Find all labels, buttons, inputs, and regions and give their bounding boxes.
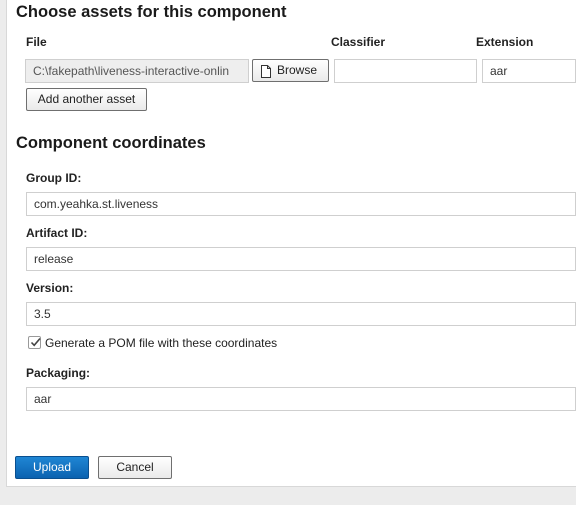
extension-input[interactable]: aar [482, 59, 576, 83]
version-input[interactable]: 3.5 [26, 302, 576, 326]
coordinates-heading: Component coordinates [16, 134, 206, 152]
upload-button[interactable]: Upload [15, 456, 89, 479]
packaging-input[interactable]: aar [26, 387, 576, 411]
artifact-id-input[interactable]: release [26, 247, 576, 271]
version-label: Version: [26, 281, 74, 295]
artifact-id-label: Artifact ID: [26, 226, 88, 240]
group-id-label: Group ID: [26, 171, 82, 185]
file-column-header: File [26, 35, 47, 49]
group-id-input[interactable]: com.yeahka.st.liveness [26, 192, 576, 216]
packaging-label: Packaging: [26, 366, 91, 380]
assets-heading: Choose assets for this component [16, 3, 287, 21]
classifier-input[interactable] [334, 59, 477, 83]
generate-pom-checkbox[interactable] [28, 336, 41, 349]
add-another-asset-button[interactable]: Add another asset [26, 88, 147, 111]
browse-button[interactable]: Browse [252, 59, 329, 82]
classifier-column-header: Classifier [331, 35, 386, 49]
file-icon [260, 64, 272, 78]
browse-label: Browse [277, 63, 318, 77]
file-path-field[interactable]: C:\fakepath\liveness-interactive-onlin [25, 59, 249, 83]
extension-column-header: Extension [476, 35, 534, 49]
generate-pom-label[interactable]: Generate a POM file with these coordinat… [45, 336, 277, 350]
checkmark-icon [30, 337, 41, 347]
cancel-button[interactable]: Cancel [98, 456, 172, 479]
